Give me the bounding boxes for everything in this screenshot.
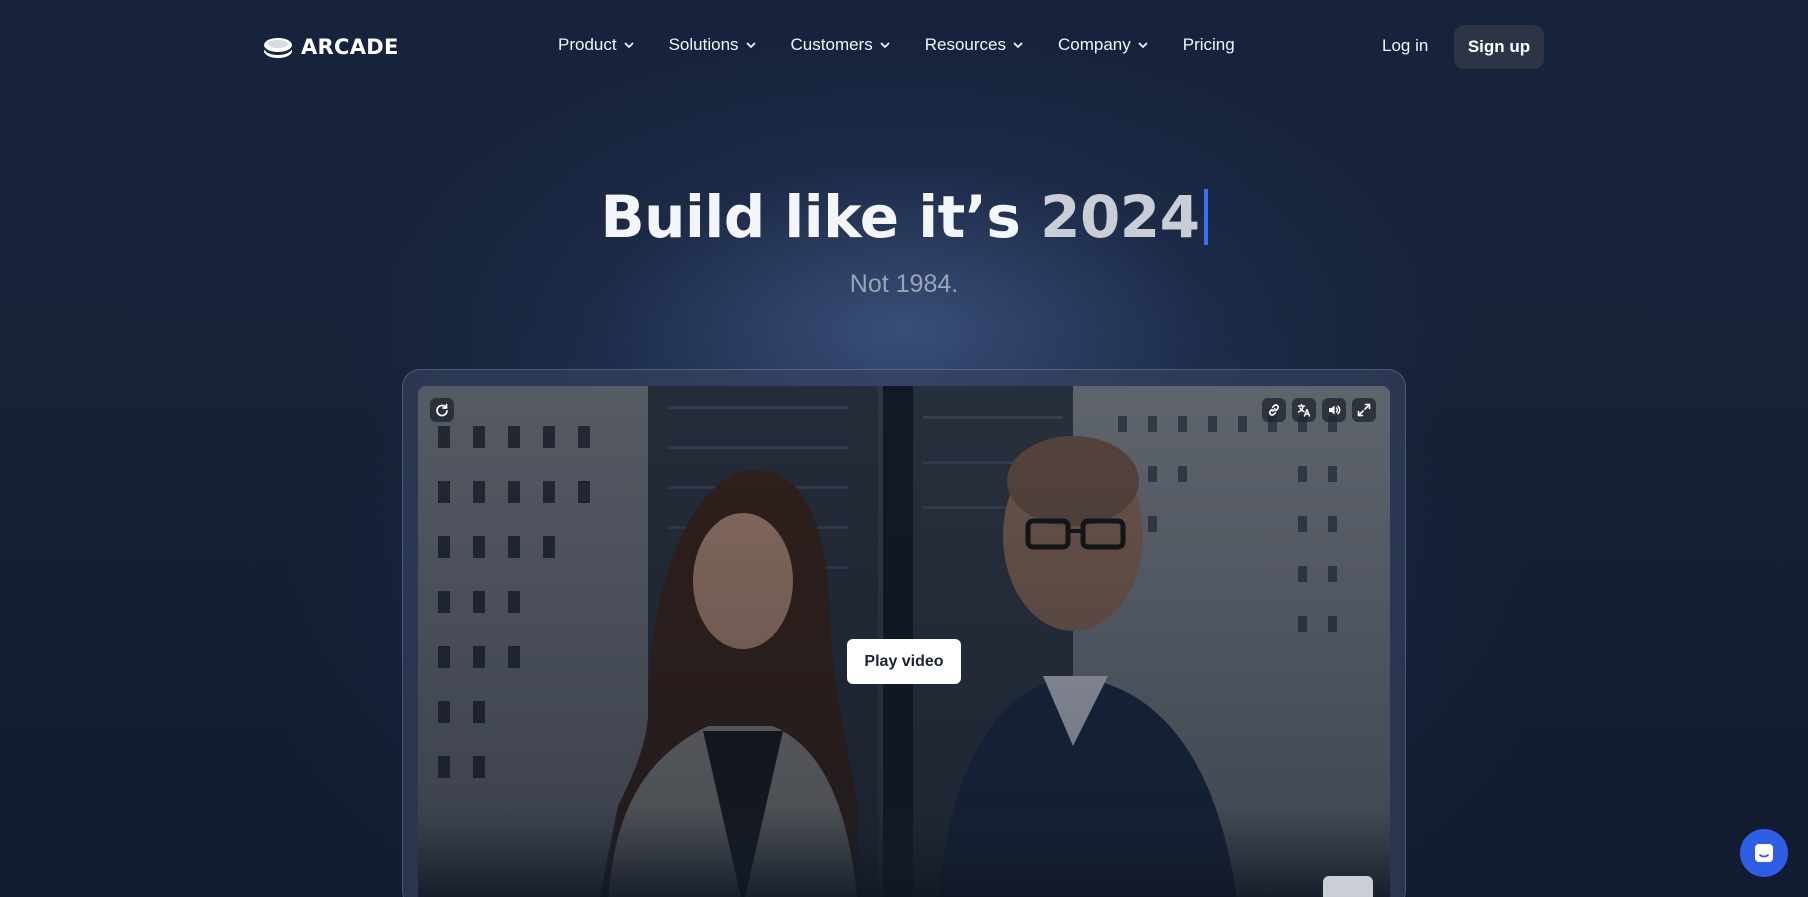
nav-item-customers[interactable]: Customers — [791, 35, 891, 55]
nav-item-company[interactable]: Company — [1058, 35, 1149, 55]
top-navigation: ARCADE Product Solutions Customers Resou… — [0, 0, 1808, 94]
hero-title: Build like it’s 2024 — [0, 183, 1808, 251]
signup-button[interactable]: Sign up — [1454, 25, 1544, 69]
play-video-button[interactable]: Play video — [847, 639, 961, 684]
chevron-down-icon — [624, 42, 633, 48]
arcade-logo-icon — [264, 38, 292, 58]
chevron-down-icon — [746, 42, 755, 48]
translate-icon — [1297, 403, 1311, 417]
link-icon — [1269, 404, 1279, 416]
nav-item-solutions[interactable]: Solutions — [669, 35, 757, 55]
login-link[interactable]: Log in — [1382, 36, 1428, 56]
nav-item-label: Customers — [790, 35, 873, 54]
typing-caret — [1203, 189, 1208, 245]
translate-button[interactable] — [1292, 398, 1316, 422]
hero-title-text: Build like it’s — [600, 183, 1041, 251]
chevron-down-icon — [1138, 42, 1148, 48]
brand-logo[interactable]: ARCADE — [263, 33, 399, 61]
nav-item-label: Product — [558, 35, 617, 54]
volume-icon — [1329, 405, 1341, 415]
fullscreen-button[interactable] — [1352, 398, 1376, 422]
hero-title-year: 2024 — [1040, 183, 1200, 251]
main-menu: Product Solutions Customers Resources Co… — [558, 35, 1235, 55]
chevron-down-icon — [1013, 42, 1023, 48]
nav-item-resources[interactable]: Resources — [925, 35, 1024, 55]
video-player[interactable]: Play video — [418, 386, 1390, 897]
nav-item-label: Pricing — [1182, 35, 1235, 54]
nav-item-pricing[interactable]: Pricing — [1183, 35, 1235, 55]
chat-icon — [1755, 844, 1773, 862]
nav-item-label: Company — [1057, 35, 1131, 54]
chevron-down-icon — [880, 42, 890, 48]
brand-name: ARCADE — [301, 35, 399, 59]
restart-icon — [436, 403, 448, 417]
nav-item-label: Resources — [924, 35, 1006, 54]
chat-launcher-button[interactable] — [1740, 829, 1788, 877]
nav-item-product[interactable]: Product — [558, 35, 635, 55]
hero-subtitle: Not 1984. — [849, 270, 959, 298]
copy-link-button[interactable] — [1262, 398, 1286, 422]
nav-item-label: Solutions — [668, 35, 739, 54]
volume-button[interactable] — [1322, 398, 1346, 422]
restart-button[interactable] — [430, 398, 454, 422]
fullscreen-icon — [1357, 403, 1371, 417]
